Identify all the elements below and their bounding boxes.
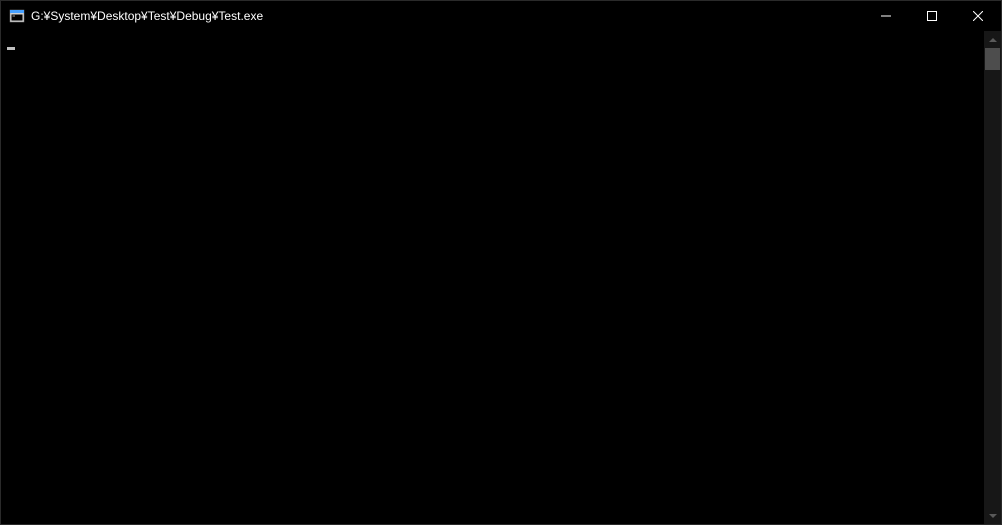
console-window: G:¥System¥Desktop¥Test¥Debug¥Test.exe xyxy=(0,0,1002,525)
vertical-scrollbar[interactable] xyxy=(984,31,1001,524)
scroll-down-button[interactable] xyxy=(984,507,1001,524)
chevron-up-icon xyxy=(989,36,997,44)
close-icon xyxy=(973,11,983,21)
content-area xyxy=(1,31,1001,524)
close-button[interactable] xyxy=(955,1,1001,31)
window-title: G:¥System¥Desktop¥Test¥Debug¥Test.exe xyxy=(31,9,263,23)
maximize-button[interactable] xyxy=(909,1,955,31)
minimize-button[interactable] xyxy=(863,1,909,31)
scroll-up-button[interactable] xyxy=(984,31,1001,48)
window-controls xyxy=(863,1,1001,31)
console-output[interactable] xyxy=(1,31,984,524)
maximize-icon xyxy=(927,11,937,21)
chevron-down-icon xyxy=(989,512,997,520)
console-app-icon xyxy=(9,8,25,24)
scroll-track[interactable] xyxy=(984,48,1001,507)
titlebar[interactable]: G:¥System¥Desktop¥Test¥Debug¥Test.exe xyxy=(1,1,1001,31)
console-line xyxy=(7,33,978,51)
cursor xyxy=(7,47,15,50)
titlebar-left: G:¥System¥Desktop¥Test¥Debug¥Test.exe xyxy=(1,8,263,24)
minimize-icon xyxy=(881,11,891,21)
scroll-thumb[interactable] xyxy=(985,48,1000,70)
